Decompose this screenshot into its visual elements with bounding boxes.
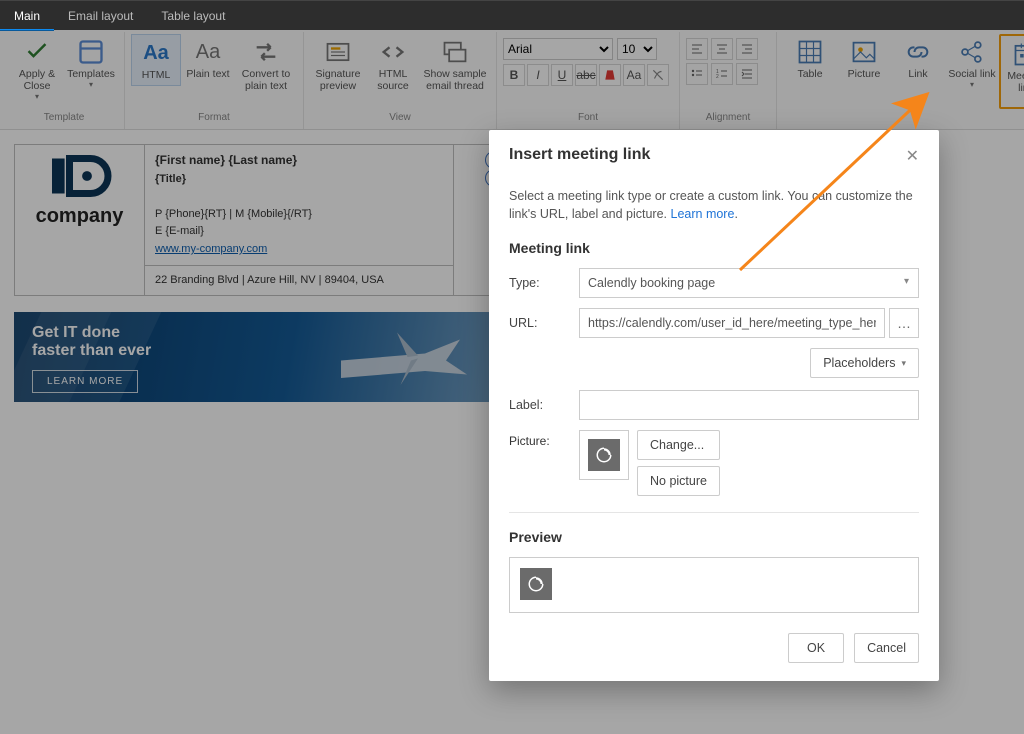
label-label: Label: xyxy=(509,398,579,412)
label-input[interactable] xyxy=(579,390,919,420)
preview-calendly-icon xyxy=(520,568,552,600)
close-icon[interactable]: ✕ xyxy=(906,146,919,166)
section-meeting-link: Meeting link xyxy=(509,240,919,256)
calendly-icon xyxy=(588,439,620,471)
type-select[interactable]: Calendly booking page xyxy=(579,268,919,298)
no-picture-button[interactable]: No picture xyxy=(637,466,720,496)
tab-main[interactable]: Main xyxy=(0,1,54,31)
cancel-button[interactable]: Cancel xyxy=(854,633,919,663)
section-preview: Preview xyxy=(509,529,919,545)
modal-title: Insert meeting link xyxy=(509,146,650,164)
placeholders-button[interactable]: Placeholders xyxy=(810,348,919,378)
tab-table-layout[interactable]: Table layout xyxy=(147,3,239,29)
tab-bar: Main Email layout Table layout xyxy=(0,0,1024,30)
tab-email-layout[interactable]: Email layout xyxy=(54,3,147,29)
ok-button[interactable]: OK xyxy=(788,633,844,663)
picture-label: Picture: xyxy=(509,430,579,448)
change-picture-button[interactable]: Change... xyxy=(637,430,720,460)
type-label: Type: xyxy=(509,276,579,290)
url-label: URL: xyxy=(509,316,579,330)
url-browse-button[interactable]: … xyxy=(889,308,919,338)
insert-meeting-link-dialog: Insert meeting link ✕ Select a meeting l… xyxy=(489,130,939,681)
picture-thumbnail xyxy=(579,430,629,480)
url-input[interactable] xyxy=(579,308,885,338)
preview-area xyxy=(509,557,919,613)
modal-intro-text: Select a meeting link type or create a c… xyxy=(509,187,919,225)
learn-more-link[interactable]: Learn more xyxy=(671,207,735,221)
